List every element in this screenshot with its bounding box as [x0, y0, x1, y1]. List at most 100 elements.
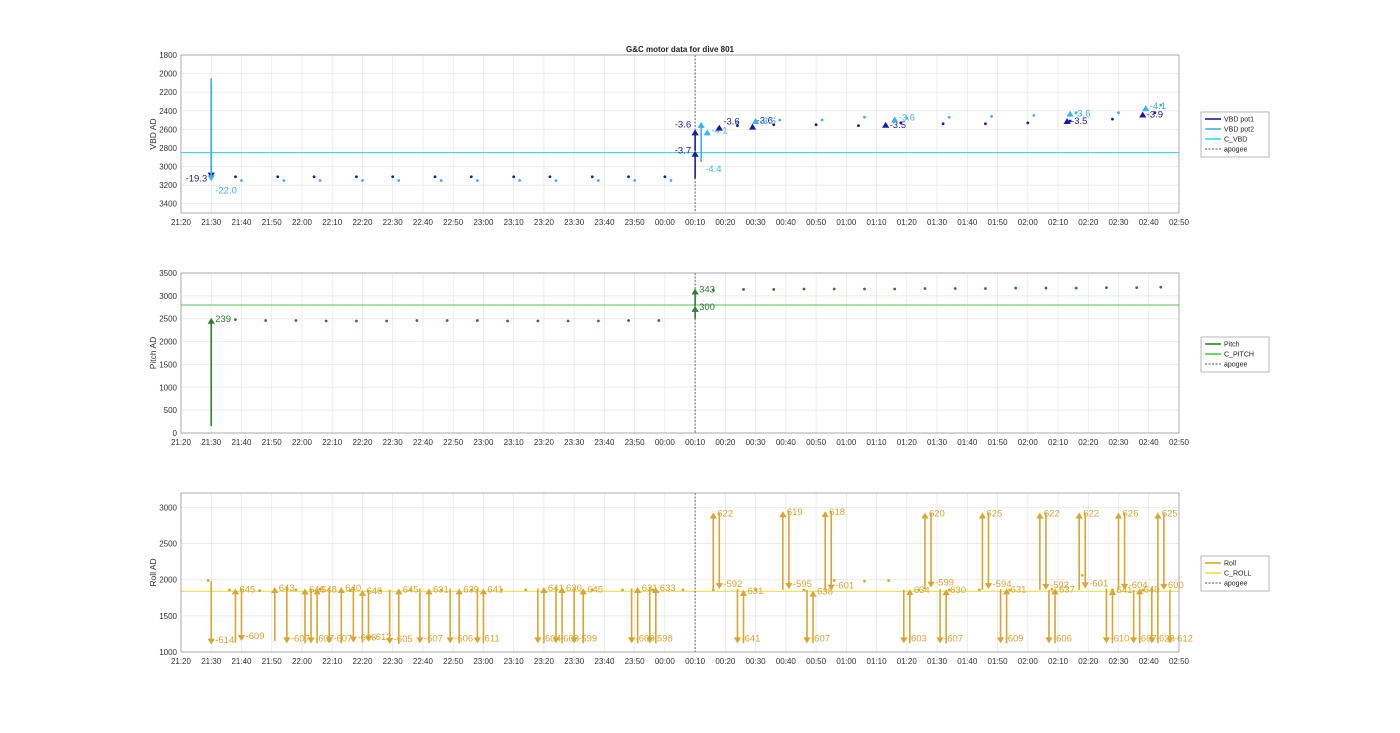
data-point — [1117, 111, 1120, 115]
x-tick-label: 00:10 — [685, 438, 706, 447]
x-tick-label: 21:50 — [262, 438, 283, 447]
x-tick-label: 00:00 — [655, 438, 676, 447]
y-tick-label: 2000 — [159, 70, 177, 79]
data-point — [1105, 286, 1108, 290]
legend-label: C_VBD — [1224, 137, 1247, 144]
move-label: 343 — [699, 285, 715, 296]
x-tick-label: 01:20 — [897, 218, 918, 227]
move-label: -19.3 — [186, 174, 208, 185]
data-point — [863, 579, 866, 583]
x-tick-label: 01:50 — [988, 218, 1009, 227]
move-label: -4.1 — [1150, 101, 1166, 112]
move-label: 645 — [403, 584, 419, 595]
data-point — [1074, 286, 1078, 290]
move-label: -595 — [793, 579, 812, 590]
legend-label: Pitch — [1224, 342, 1240, 349]
y-axis-ticks: 1000 1500 2000 2500 3000 — [159, 503, 177, 657]
data-point — [627, 319, 630, 322]
move-label: 633 — [660, 583, 676, 594]
x-tick-label: 01:50 — [988, 657, 1009, 666]
y-tick-label: 3000 — [159, 163, 177, 172]
data-point — [978, 588, 981, 592]
y-tick-label: 2200 — [159, 88, 177, 97]
data-point — [264, 319, 268, 322]
legend-label: apogee — [1224, 147, 1247, 154]
y-tick-label: 2000 — [159, 338, 177, 347]
x-tick-label: 02:30 — [1108, 218, 1129, 227]
x-tick-label: 00:50 — [806, 438, 827, 447]
x-tick-label: 02:00 — [1018, 657, 1039, 666]
plot-area — [181, 273, 1179, 433]
data-point — [681, 588, 685, 592]
x-tick-label: 00:30 — [746, 657, 767, 666]
data-point — [621, 588, 624, 592]
data-point — [355, 319, 358, 323]
move-label: 641 — [487, 584, 503, 595]
data-point — [475, 319, 479, 322]
move-label: -606 — [1053, 633, 1072, 644]
legend-label: apogee — [1224, 581, 1247, 588]
move-label: 630 — [950, 585, 966, 596]
move-label: -592 — [723, 579, 742, 590]
x-tick-label: 02:40 — [1139, 218, 1160, 227]
x-tick-label: 21:20 — [171, 218, 192, 227]
data-point — [669, 179, 673, 182]
move-label: -610 — [1110, 633, 1129, 644]
move-label: -3.6 — [899, 112, 915, 123]
x-tick-label: 22:10 — [322, 218, 343, 227]
y-tick-label: 0 — [173, 429, 178, 438]
y-tick-label: 3500 — [159, 269, 177, 278]
y-tick-label: 2400 — [159, 107, 177, 116]
data-point — [947, 115, 951, 119]
legend: VBD pot1 VBD pot2 C_VBDapogee — [1200, 111, 1270, 158]
move-label: -605 — [394, 634, 413, 645]
y-tick-label: 1000 — [159, 648, 177, 657]
data-point — [863, 115, 866, 119]
data-point — [276, 175, 280, 179]
data-point — [512, 175, 516, 179]
data-point — [1135, 286, 1139, 290]
x-tick-label: 21:30 — [201, 218, 222, 227]
x-tick-label: 02:00 — [1018, 438, 1039, 447]
legend-label: VBD pot1 — [1224, 117, 1254, 124]
plot-area — [181, 55, 1179, 213]
x-tick-label: 02:20 — [1078, 438, 1099, 447]
x-axis-ticks: 21:20 21:30 21:40 21:50 22:00 22:10 22:20 22:30… — [171, 218, 1190, 227]
x-tick-label: 01:00 — [836, 218, 857, 227]
data-point — [953, 287, 957, 290]
data-point — [397, 179, 401, 182]
x-tick-label: 23:50 — [625, 657, 646, 666]
data-point — [1032, 114, 1036, 117]
move-label: -607 — [333, 633, 352, 644]
y-tick-label: 3000 — [159, 503, 177, 512]
data-point — [566, 319, 570, 323]
x-tick-label: 21:30 — [201, 438, 222, 447]
x-tick-label: 01:10 — [867, 218, 888, 227]
x-tick-label: 02:30 — [1108, 657, 1129, 666]
x-tick-label: 01:40 — [957, 218, 978, 227]
data-point — [294, 588, 298, 592]
data-point — [240, 179, 243, 182]
x-tick-label: 21:50 — [262, 657, 283, 666]
x-tick-label: 21:40 — [231, 657, 252, 666]
x-tick-label: 02:20 — [1078, 218, 1099, 227]
x-tick-label: 02:20 — [1078, 657, 1099, 666]
move-label: 634 — [914, 585, 930, 596]
move-label: -609 — [245, 631, 264, 642]
y-tick-label: 1800 — [159, 51, 177, 60]
figure-title: G&C motor data for dive 801 — [626, 45, 735, 54]
x-tick-label: 00:30 — [746, 218, 767, 227]
x-tick-label: 22:40 — [413, 657, 434, 666]
move-label: -607 — [944, 633, 963, 644]
data-point — [590, 175, 594, 179]
y-tick-label: 2600 — [159, 125, 177, 134]
data-point — [923, 287, 927, 290]
x-tick-label: 22:00 — [292, 218, 313, 227]
x-tick-label: 23:10 — [504, 657, 525, 666]
x-tick-label: 22:00 — [292, 438, 313, 447]
data-point — [439, 179, 443, 182]
x-tick-label: 23:00 — [473, 657, 494, 666]
x-tick-label: 02:50 — [1169, 657, 1190, 666]
legend-label: Roll — [1224, 561, 1237, 568]
x-tick-label: 01:00 — [836, 657, 857, 666]
